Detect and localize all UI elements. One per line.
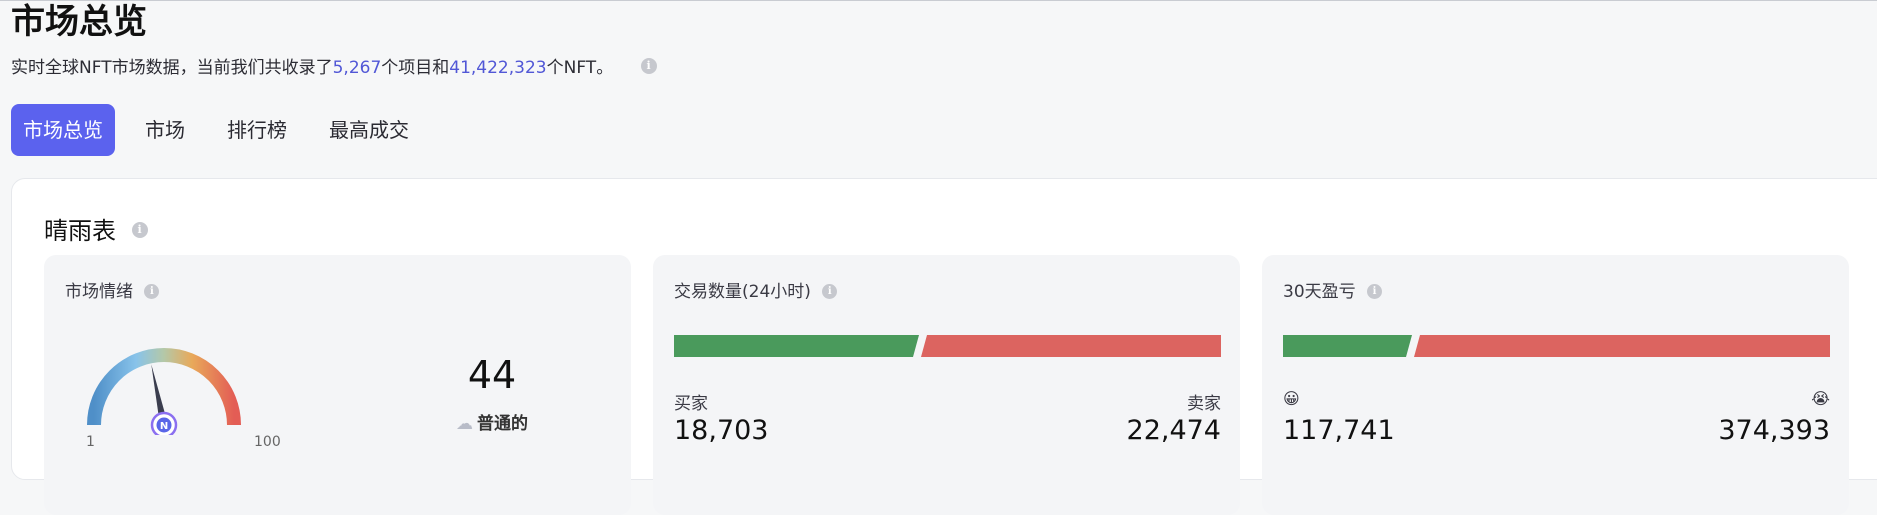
info-icon[interactable]: i (1367, 283, 1383, 299)
tab-top-sales[interactable]: 最高成交 (315, 104, 423, 156)
pnl-card: 30天盈亏 i 😀 😭 117,741 374,393 (1262, 255, 1849, 515)
page-subtitle: 实时全球NFT市场数据，当前我们共收录了5,267个项目和41,422,323个… (11, 56, 657, 80)
loss-bar (1414, 335, 1830, 357)
pnl-card-title: 30天盈亏 i (1283, 277, 1383, 302)
sentiment-title-text: 市场情绪 (65, 282, 133, 302)
profit-loss-bar (1283, 335, 1830, 357)
tab-rankings[interactable]: 排行榜 (213, 104, 301, 156)
top-border (0, 0, 1877, 1)
nft-count: 41,422,323 (449, 58, 547, 78)
sentiment-label-text: 普通的 (477, 414, 528, 434)
buyers-sellers-bar (674, 335, 1221, 357)
pnl-title-text: 30天盈亏 (1283, 282, 1356, 302)
volume-title-text: 交易数量(24小时) (674, 282, 811, 302)
sellers-bar (921, 335, 1221, 357)
subtitle-mid: 个项目和 (381, 58, 450, 78)
section-title-text: 晴雨表 (44, 217, 116, 245)
gauge-min-label: 1 (86, 434, 95, 450)
info-icon[interactable]: i (822, 283, 838, 299)
volume-card: 交易数量(24小时) i 买家 卖家 18,703 22,474 (653, 255, 1240, 515)
tab-bar: 市场总览 市场 排行榜 最高成交 (11, 104, 437, 156)
sentiment-gauge: N (87, 348, 241, 435)
project-count: 5,267 (332, 58, 382, 78)
tab-market-overview[interactable]: 市场总览 (11, 104, 115, 156)
profit-bar (1283, 335, 1412, 357)
cloud-icon: ☁ (456, 414, 473, 434)
crying-icon: 😭 (1811, 389, 1830, 408)
buyers-bar (674, 335, 919, 357)
loss-value: 374,393 (1718, 415, 1830, 446)
gauge-logo-icon: N (150, 411, 178, 435)
gauge-max-label: 100 (254, 434, 281, 450)
buyers-label: 买家 (674, 394, 708, 414)
subtitle-suffix: 个NFT。 (546, 58, 614, 78)
sentiment-label: ☁ 普通的 (456, 409, 528, 434)
sentiment-card-title: 市场情绪 i (65, 277, 160, 302)
sentiment-card: 市场情绪 i N 1 100 44 ☁ 普通的 (44, 255, 631, 515)
tab-market[interactable]: 市场 (131, 104, 199, 156)
smile-icon: 😀 (1283, 389, 1300, 408)
profit-value: 117,741 (1283, 415, 1395, 446)
volume-card-title: 交易数量(24小时) i (674, 277, 838, 302)
barometer-panel: 晴雨表 i 市场情绪 i N 1 100 44 ☁ 普通的 交易数量(24小时)… (11, 178, 1877, 515)
sellers-value: 22,474 (1126, 415, 1221, 446)
info-icon[interactable]: i (640, 58, 657, 74)
svg-text:N: N (160, 421, 168, 432)
info-icon[interactable]: i (131, 222, 148, 238)
page-title: 市场总览 (11, 2, 147, 42)
sellers-label: 卖家 (1187, 394, 1221, 414)
info-icon[interactable]: i (144, 283, 160, 299)
buyers-value: 18,703 (674, 415, 769, 446)
section-title: 晴雨表 i (44, 211, 148, 246)
subtitle-prefix: 实时全球NFT市场数据，当前我们共收录了 (11, 58, 333, 78)
sentiment-value: 44 (467, 353, 517, 397)
